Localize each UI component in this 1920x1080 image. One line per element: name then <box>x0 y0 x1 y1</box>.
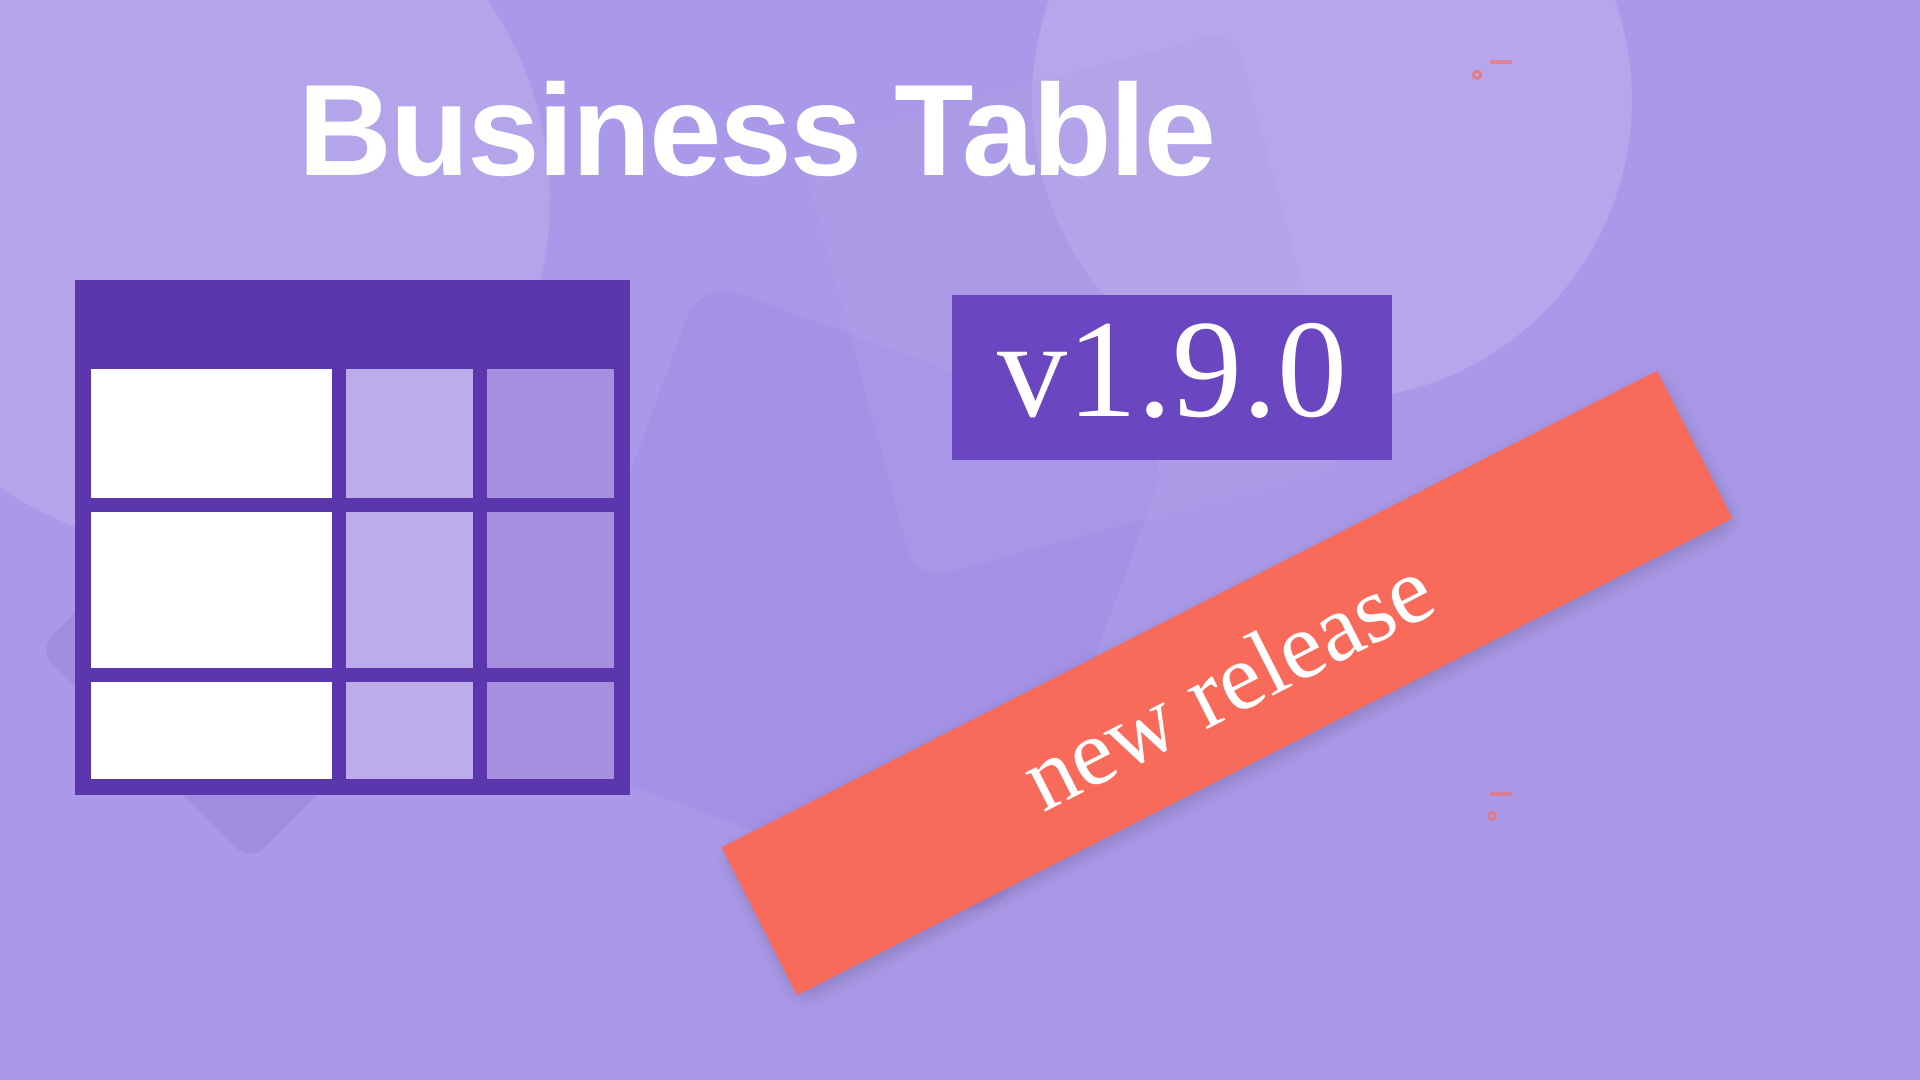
table-cell <box>346 682 473 779</box>
table-icon <box>75 280 630 795</box>
product-title: Business Table <box>298 55 1214 205</box>
version-badge: v1.9.0 <box>952 295 1392 460</box>
table-header-bar <box>75 280 630 355</box>
table-cell <box>346 512 473 667</box>
table-cell <box>487 682 614 779</box>
table-row <box>91 369 614 498</box>
table-cell <box>91 682 332 779</box>
accent-decoration <box>1487 811 1497 821</box>
table-grid <box>75 355 630 795</box>
accent-decoration <box>1472 70 1482 80</box>
table-cell <box>487 369 614 498</box>
table-cell <box>91 369 332 498</box>
table-cell <box>91 512 332 667</box>
table-cell <box>346 369 473 498</box>
table-row <box>91 512 614 667</box>
accent-decoration <box>1490 792 1512 796</box>
table-cell <box>487 512 614 667</box>
table-row <box>91 682 614 779</box>
accent-decoration <box>1490 60 1512 64</box>
